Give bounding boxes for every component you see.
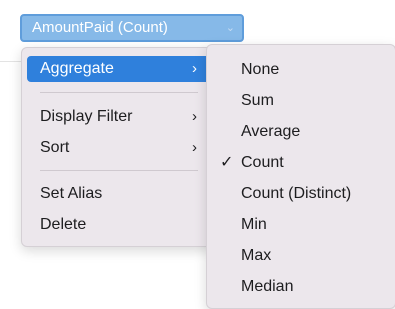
menu-item-aggregate[interactable]: Aggregate › — [27, 56, 211, 82]
field-pill-label: AmountPaid (Count) — [32, 19, 168, 36]
menu-separator — [40, 170, 198, 171]
aggregate-submenu: None Sum Average ✓ Count Count (Distinct… — [206, 44, 395, 309]
field-pill-amountpaid[interactable]: AmountPaid (Count) ⌄ — [20, 14, 244, 42]
menu-item-set-alias[interactable]: Set Alias — [27, 181, 211, 207]
submenu-item-none[interactable]: None — [241, 59, 279, 81]
submenu-item-min[interactable]: Min — [241, 214, 267, 236]
submenu-item-count-distinct[interactable]: Count (Distinct) — [241, 183, 351, 205]
menu-separator — [40, 92, 198, 93]
menu-item-aggregate-label: Aggregate — [40, 60, 114, 77]
submenu-item-max[interactable]: Max — [241, 245, 271, 267]
submenu-item-median[interactable]: Median — [241, 276, 293, 298]
menu-item-delete[interactable]: Delete — [27, 212, 211, 238]
submenu-item-sum[interactable]: Sum — [241, 90, 274, 112]
menu-item-sort-label: Sort — [40, 139, 70, 156]
submenu-item-count[interactable]: Count — [241, 152, 284, 174]
menu-item-display-filter[interactable]: Display Filter › — [27, 104, 211, 130]
submenu-item-average[interactable]: Average — [241, 121, 300, 143]
field-context-menu: Aggregate › Display Filter › Sort › Set … — [21, 47, 217, 247]
chevron-right-icon: › — [192, 108, 197, 125]
canvas-divider — [0, 61, 22, 62]
menu-item-set-alias-label: Set Alias — [40, 185, 103, 202]
checkmark-icon: ✓ — [220, 154, 234, 171]
chevron-right-icon: › — [192, 60, 197, 77]
menu-item-display-filter-label: Display Filter — [40, 108, 133, 125]
chevron-down-icon[interactable]: ⌄ — [226, 16, 235, 40]
chevron-right-icon: › — [192, 139, 197, 156]
menu-item-sort[interactable]: Sort › — [27, 135, 211, 161]
menu-item-delete-label: Delete — [40, 216, 87, 233]
